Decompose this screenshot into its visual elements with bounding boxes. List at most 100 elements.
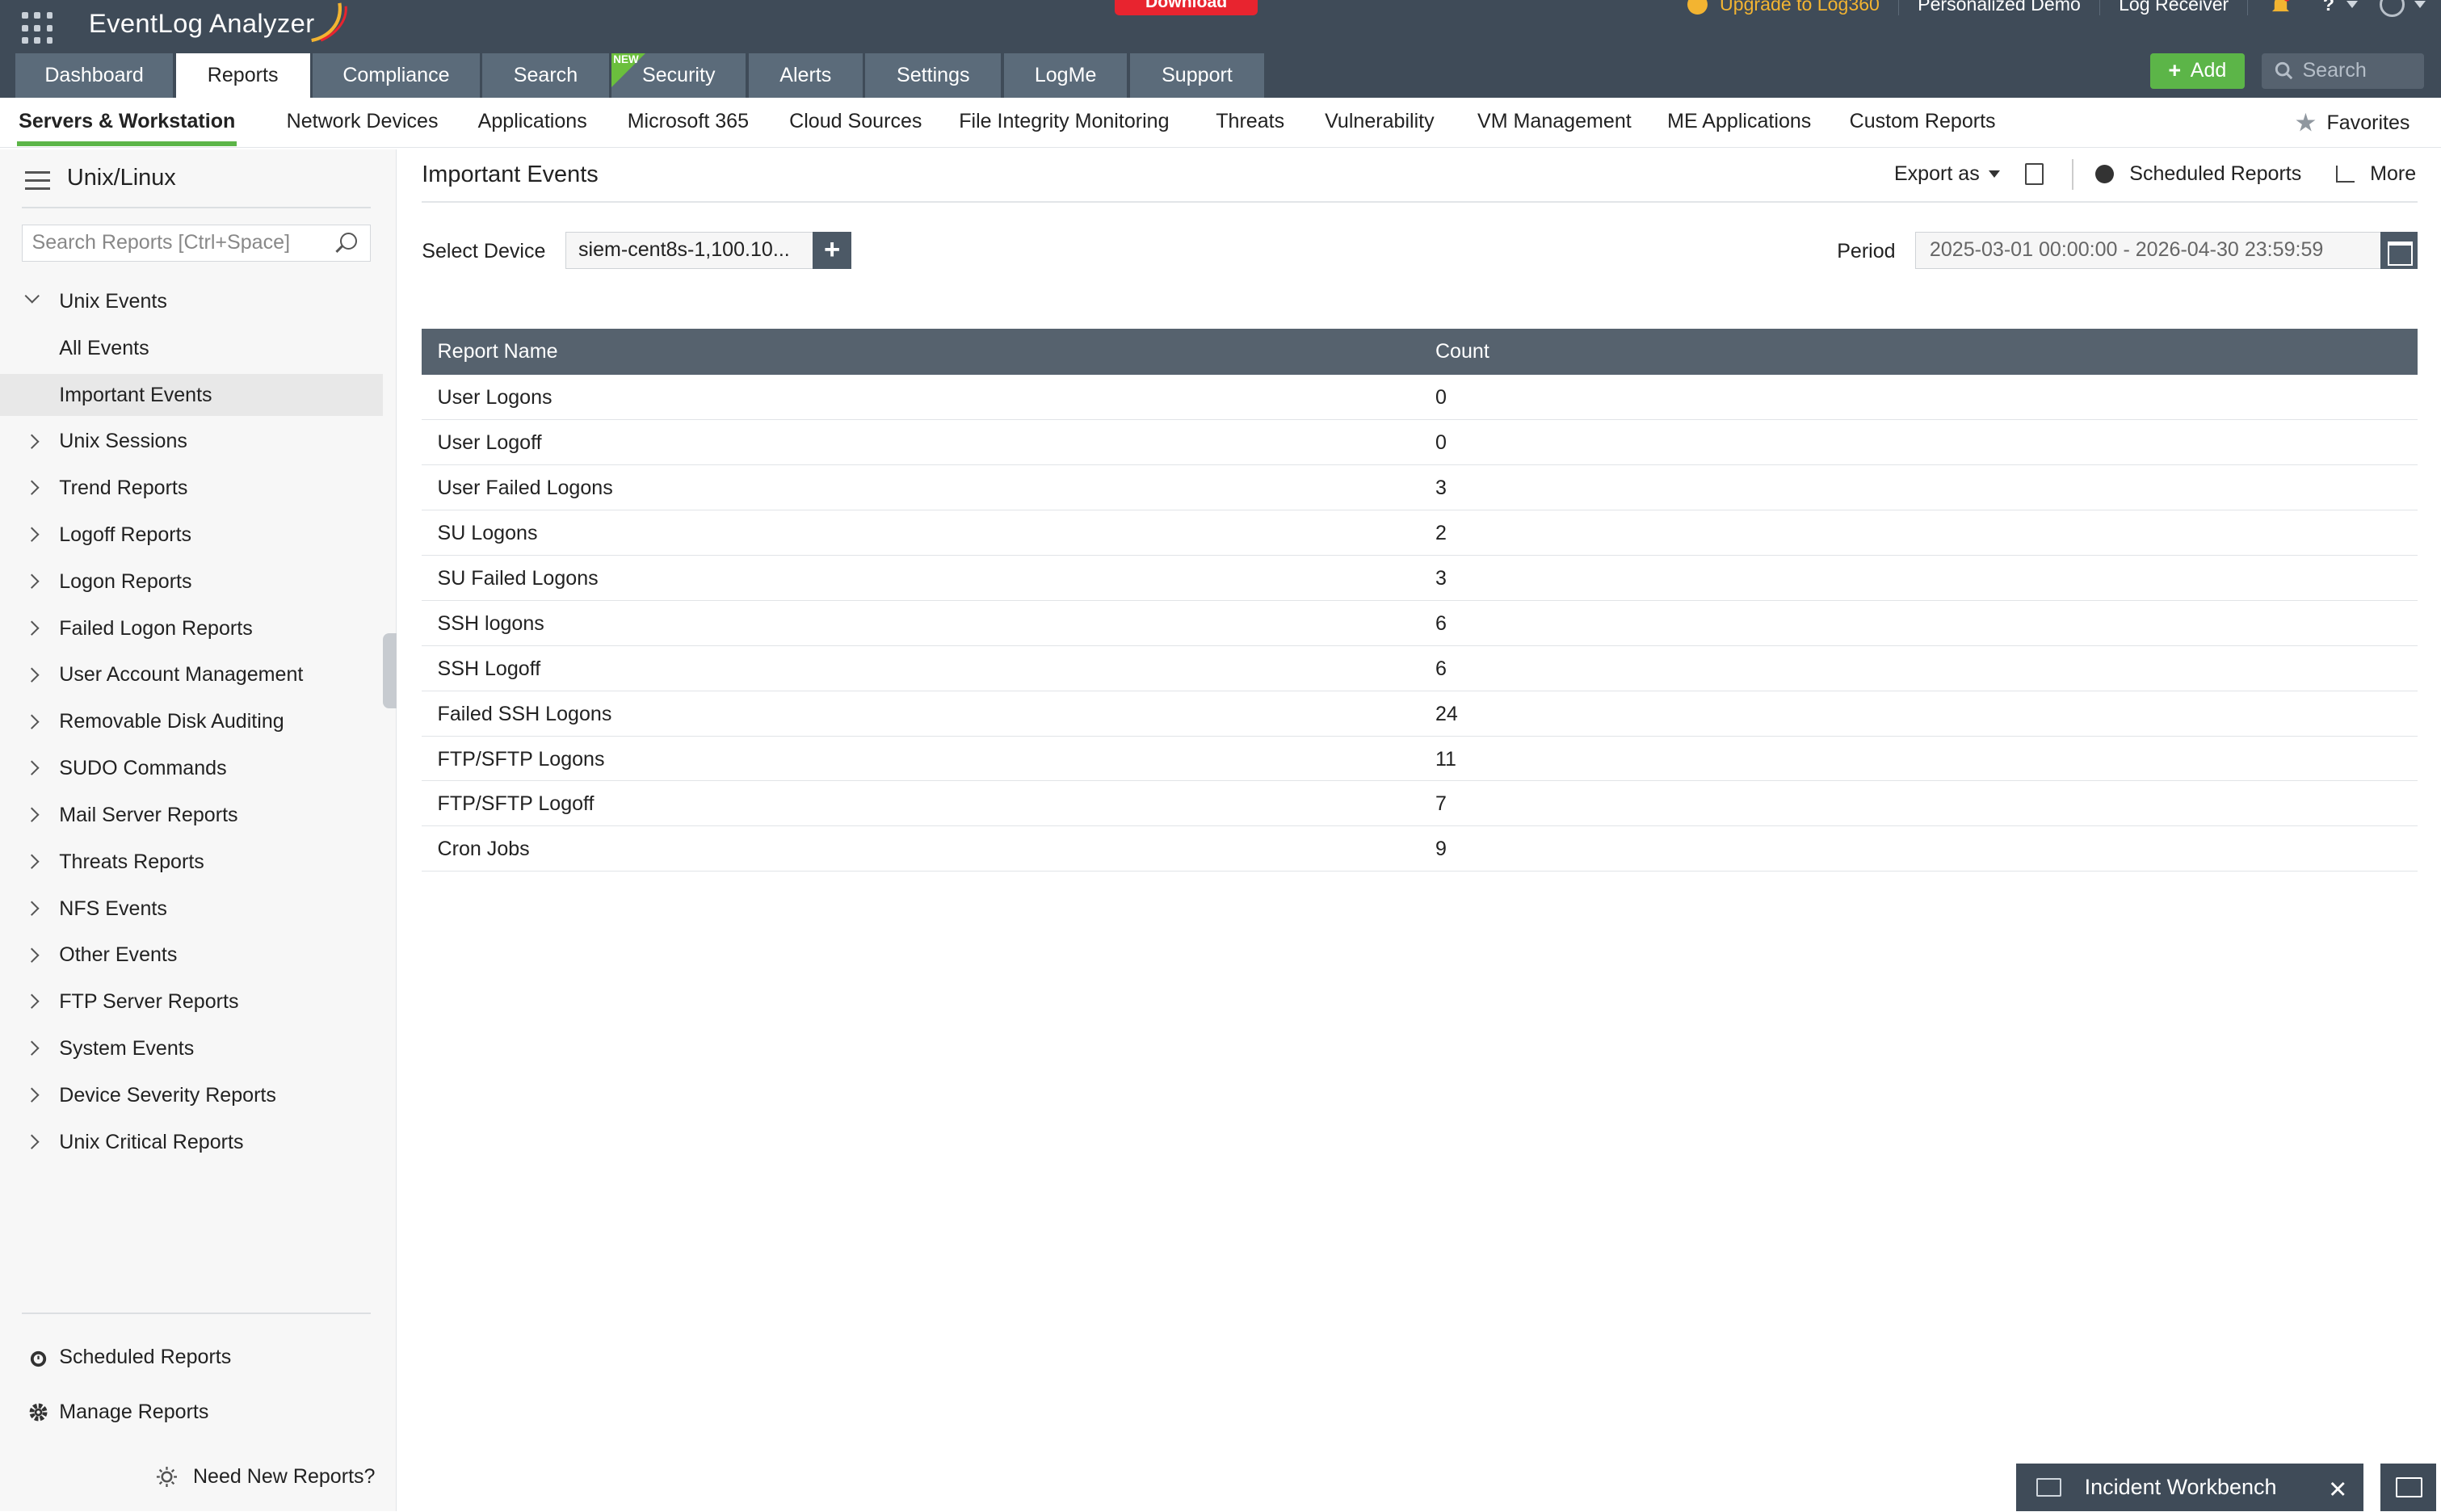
subtab-applications[interactable]: Applications <box>478 98 587 148</box>
tree-item-important-events[interactable]: Important Events <box>0 373 384 416</box>
report-name-cell[interactable]: FTP/SFTP Logons <box>422 737 1418 781</box>
menu-icon[interactable] <box>24 170 50 191</box>
count-cell[interactable]: 0 <box>1418 420 1447 464</box>
upgrade-link[interactable]: Upgrade to Log360 <box>1687 0 1900 16</box>
chevron-right-icon[interactable] <box>23 947 40 963</box>
manage-reports-link[interactable]: Manage Reports <box>0 1393 383 1430</box>
tree-item-nfs-events[interactable]: NFS Events <box>0 888 383 930</box>
column-header-count[interactable]: Count <box>1418 329 1489 376</box>
tree-item-system-events[interactable]: System Events <box>0 1027 383 1069</box>
tree-item-device-severity-reports[interactable]: Device Severity Reports <box>0 1074 383 1116</box>
tree-item-threats-reports[interactable]: Threats Reports <box>0 841 383 883</box>
report-name-cell[interactable]: FTP/SFTP Logoff <box>422 781 1418 825</box>
tab-settings[interactable]: Settings <box>865 52 1002 99</box>
report-name-cell[interactable]: Cron Jobs <box>422 826 1418 871</box>
tab-reports[interactable]: Reports <box>175 52 310 99</box>
chevron-right-icon[interactable] <box>23 993 40 1010</box>
scheduled-reports-button[interactable]: Scheduled Reports <box>2129 162 2301 186</box>
table-row[interactable]: User Failed Logons 3 <box>422 465 2418 511</box>
global-search-input[interactable]: Search <box>2262 52 2424 89</box>
apps-grid-icon[interactable] <box>21 12 53 44</box>
tree-item-logoff-reports[interactable]: Logoff Reports <box>0 514 383 556</box>
tab-alerts[interactable]: Alerts <box>748 52 863 99</box>
subtab-microsoft-365[interactable]: Microsoft 365 <box>628 98 749 148</box>
table-row[interactable]: SU Failed Logons 3 <box>422 556 2418 601</box>
more-icon[interactable] <box>2335 166 2355 183</box>
scheduled-reports-link[interactable]: Scheduled Reports <box>0 1338 383 1376</box>
tree-item-ftp-server-reports[interactable]: FTP Server Reports <box>0 981 383 1023</box>
tab-logme[interactable]: LogMe <box>1003 52 1128 99</box>
table-row[interactable]: FTP/SFTP Logoff 7 <box>422 781 2418 827</box>
table-row[interactable]: SSH Logoff 6 <box>422 646 2418 691</box>
report-name-cell[interactable]: SU Failed Logons <box>422 556 1418 600</box>
subtab-cloud-sources[interactable]: Cloud Sources <box>789 98 922 148</box>
chevron-right-icon[interactable] <box>23 713 40 729</box>
count-cell[interactable]: 7 <box>1418 781 1447 825</box>
download-button[interactable]: Download <box>1114 0 1258 16</box>
table-row[interactable]: SSH logons 6 <box>422 601 2418 646</box>
count-cell[interactable]: 2 <box>1418 510 1447 555</box>
tree-item-failed-logon-reports[interactable]: Failed Logon Reports <box>0 607 383 649</box>
app-logo[interactable]: EventLog Analyzer <box>89 8 315 39</box>
chevron-right-icon[interactable] <box>23 666 40 682</box>
incident-workbench-bar[interactable]: Incident Workbench ✕ <box>2015 1463 2363 1512</box>
subtab-threats[interactable]: Threats <box>1216 98 1284 148</box>
tree-item-mail-server-reports[interactable]: Mail Server Reports <box>0 794 383 836</box>
tree-item-all-events[interactable]: All Events <box>0 327 383 369</box>
add-device-button[interactable]: + <box>813 232 852 270</box>
log-receiver-link[interactable]: Log Receiver <box>2100 0 2249 16</box>
tab-security[interactable]: NEW Security <box>611 52 746 99</box>
table-row[interactable]: User Logoff 0 <box>422 420 2418 466</box>
tab-search[interactable]: Search <box>482 52 609 99</box>
chevron-right-icon[interactable] <box>23 433 40 449</box>
device-select[interactable]: siem-cent8s-1,100.10... <box>565 232 814 270</box>
report-name-cell[interactable]: User Logoff <box>422 420 1418 464</box>
count-cell[interactable]: 6 <box>1418 646 1447 691</box>
table-row[interactable]: User Logons 0 <box>422 375 2418 421</box>
tab-compliance[interactable]: Compliance <box>313 52 480 99</box>
chat-icon[interactable] <box>2380 1463 2437 1512</box>
count-cell[interactable]: 3 <box>1418 556 1447 600</box>
close-icon[interactable]: ✕ <box>2328 1476 2347 1504</box>
report-name-cell[interactable]: User Failed Logons <box>422 465 1418 510</box>
chevron-right-icon[interactable] <box>23 1040 40 1056</box>
chevron-right-icon[interactable] <box>23 1087 40 1103</box>
pdf-export-icon[interactable] <box>2025 163 2044 186</box>
chevron-right-icon[interactable] <box>23 480 40 496</box>
bell-icon[interactable] <box>2270 0 2292 15</box>
table-row[interactable]: Failed SSH Logons 24 <box>422 691 2418 737</box>
report-name-cell[interactable]: SU Logons <box>422 510 1418 555</box>
tab-dashboard[interactable]: Dashboard <box>15 52 173 99</box>
tree-item-other-events[interactable]: Other Events <box>0 934 383 976</box>
add-button[interactable]: + Add <box>2149 52 2246 89</box>
more-button[interactable]: More <box>2370 162 2416 186</box>
chevron-right-icon[interactable] <box>23 807 40 823</box>
chevron-right-icon[interactable] <box>23 573 40 590</box>
count-cell[interactable]: 3 <box>1418 465 1447 510</box>
tree-item-removable-disk-auditing[interactable]: Removable Disk Auditing <box>0 700 383 742</box>
user-chevron-down-icon[interactable] <box>2414 1 2426 8</box>
calendar-icon[interactable] <box>2380 232 2418 270</box>
period-input[interactable]: 2025-03-01 00:00:00 - 2026-04-30 23:59:5… <box>1914 232 2382 270</box>
tree-item-unix-sessions[interactable]: Unix Sessions <box>0 420 383 462</box>
count-cell[interactable]: 6 <box>1418 601 1447 645</box>
chevron-right-icon[interactable] <box>23 760 40 776</box>
table-row[interactable]: Cron Jobs 9 <box>422 826 2418 872</box>
chevron-right-icon[interactable] <box>23 527 40 543</box>
report-name-cell[interactable]: Failed SSH Logons <box>422 691 1418 736</box>
tree-item-unix-critical-reports[interactable]: Unix Critical Reports <box>0 1121 383 1163</box>
report-name-cell[interactable]: SSH logons <box>422 601 1418 645</box>
chevron-right-icon[interactable] <box>23 854 40 870</box>
subtab-network-devices[interactable]: Network Devices <box>287 98 439 148</box>
report-name-cell[interactable]: SSH Logoff <box>422 646 1418 691</box>
chevron-right-icon[interactable] <box>23 1134 40 1150</box>
chevron-down-icon[interactable] <box>23 288 40 304</box>
table-row[interactable]: SU Logons 2 <box>422 510 2418 556</box>
tree-item-sudo-commands[interactable]: SUDO Commands <box>0 747 383 789</box>
personalized-demo-link[interactable]: Personalized Demo <box>1899 0 2100 16</box>
subtab-custom-reports[interactable]: Custom Reports <box>1850 98 1996 148</box>
tree-item-trend-reports[interactable]: Trend Reports <box>0 467 383 509</box>
tab-support[interactable]: Support <box>1130 52 1264 99</box>
need-new-reports-link[interactable]: Need New Reports? <box>156 1465 376 1489</box>
help-chevron-down-icon[interactable] <box>2346 1 2359 8</box>
